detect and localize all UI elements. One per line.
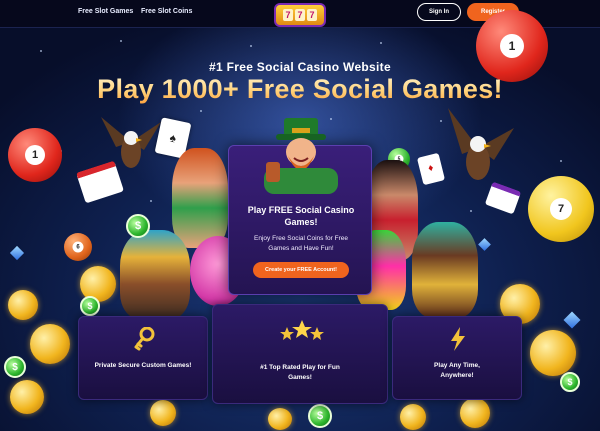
blue-gem-icon (478, 238, 491, 251)
feature-card-play-anytime: Play Any Time, Anywhere! (392, 316, 522, 400)
three-stars-icon (279, 319, 325, 341)
feature-card-private-secure: Private Secure Custom Games! (78, 316, 208, 400)
gold-coin-icon (400, 404, 426, 430)
logo-reel-icon: 7 (283, 9, 293, 21)
sign-in-button[interactable]: Sign In (417, 3, 461, 21)
masquerade-woman-character-icon (412, 222, 478, 318)
gold-coin-icon (150, 400, 176, 426)
yellow-bingo-ball-icon: 7 (528, 176, 594, 242)
feature-card-top-rated: #1 Top Rated Play for Fun Games! (212, 304, 388, 404)
feature-label: Private Secure Custom Games! (94, 362, 192, 369)
nav-link-free-slot-games[interactable]: Free Slot Games (78, 8, 133, 15)
signup-card-title: Play FREE Social Casino Games! (247, 205, 355, 227)
gold-coin-icon (460, 398, 490, 428)
orange-bingo-ball-icon: 6 (64, 233, 92, 261)
lightning-icon (450, 327, 466, 351)
gold-coin-icon (268, 408, 292, 430)
red-bingo-ball-icon: 1 (8, 128, 62, 182)
logo-reel-icon: 7 (307, 9, 317, 21)
green-dollar-coin-icon: $ (308, 404, 332, 428)
gold-coin-icon (10, 380, 44, 414)
green-dollar-coin-icon: $ (80, 296, 100, 316)
logo-reel-icon: 7 (295, 9, 305, 21)
gold-coin-icon (530, 330, 576, 376)
gold-coin-icon (8, 290, 38, 320)
blue-gem-icon (9, 245, 25, 261)
redhead-character-icon (172, 148, 228, 248)
feature-label: #1 Top Rated Play for Fun Games! (260, 364, 340, 381)
leprechaun-character-icon (258, 118, 344, 194)
green-dollar-coin-icon: $ (4, 356, 26, 378)
hero-headline: Play 1000+ Free Social Games! (0, 74, 600, 105)
signup-card-text: Enjoy Free Social Coins for Free Games a… (254, 235, 348, 252)
green-dollar-coin-icon: $ (126, 214, 150, 238)
green-dollar-coin-icon: $ (560, 372, 580, 392)
blue-gem-icon (563, 311, 581, 329)
gold-coin-icon (30, 324, 70, 364)
aztec-warrior-character-icon (120, 230, 190, 320)
nav-link-free-slot-coins[interactable]: Free Slot Coins (141, 8, 192, 15)
create-account-button[interactable]: Create your FREE Account! (253, 262, 349, 278)
key-icon (133, 326, 155, 351)
hero-subtitle: #1 Free Social Casino Website (209, 60, 391, 74)
site-logo[interactable]: 7 7 7 (274, 3, 326, 27)
eagle-right-icon (440, 108, 518, 194)
feature-label: Play Any Time, Anywhere! (434, 362, 480, 379)
